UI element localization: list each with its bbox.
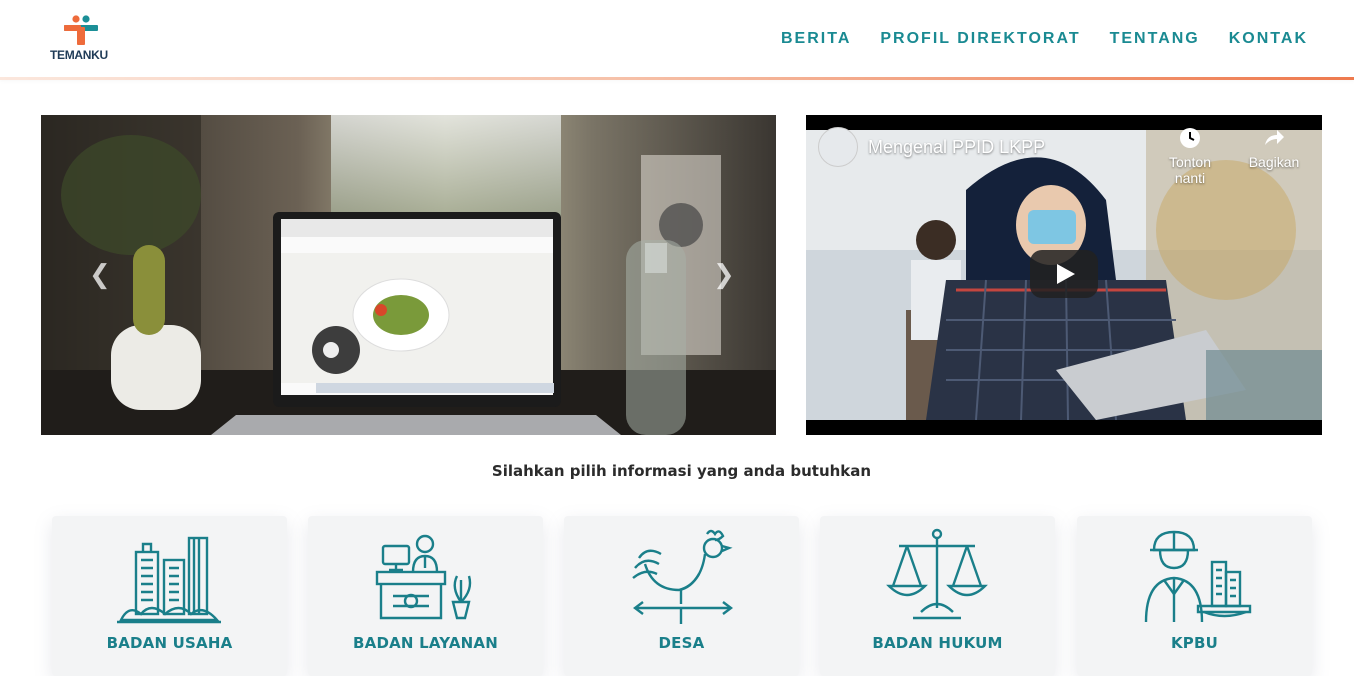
category-label: BADAN HUKUM: [872, 634, 1003, 652]
category-card-kpbu[interactable]: KPBU: [1077, 516, 1312, 676]
header-divider: [0, 77, 1354, 80]
nav-profil-direktorat[interactable]: PROFIL DIREKTORAT: [880, 30, 1080, 48]
service-desk-icon: [375, 534, 472, 620]
share-icon: [1265, 130, 1284, 145]
category-label: BADAN LAYANAN: [353, 634, 498, 652]
category-label: DESA: [658, 634, 705, 652]
logo-icon: [64, 15, 98, 45]
carousel-next-icon[interactable]: ❯: [713, 260, 735, 290]
main-nav: BERITA PROFIL DIREKTORAT TENTANG KONTAK: [752, 30, 1308, 48]
nav-tentang[interactable]: TENTANG: [1110, 30, 1200, 48]
nav-berita[interactable]: BERITA: [781, 30, 851, 48]
video-embed[interactable]: Mengenal PPID LKPP Tonton nanti Bagikan: [806, 115, 1322, 435]
brand-logo[interactable]: TEMANKU: [50, 14, 112, 64]
carousel-prev-icon[interactable]: ❮: [89, 260, 111, 290]
category-card-badan-layanan[interactable]: BADAN LAYANAN: [308, 516, 543, 676]
share-button[interactable]: Bagikan: [1242, 127, 1306, 170]
buildings-icon: [117, 536, 221, 624]
section-prompt: Silahkan pilih informasi yang anda butuh…: [491, 462, 872, 480]
scales-of-justice-icon: [886, 528, 988, 620]
category-card-badan-usaha[interactable]: BADAN USAHA: [52, 516, 287, 676]
watch-later-label: Tonton nanti: [1168, 154, 1212, 186]
category-card-badan-hukum[interactable]: BADAN HUKUM: [820, 516, 1055, 676]
category-label: KPBU: [1170, 634, 1219, 652]
image-carousel[interactable]: ❮ ❯: [41, 115, 776, 435]
site-header: TEMANKU BERITA PROFIL DIREKTORAT TENTANG…: [0, 0, 1354, 80]
play-button-icon[interactable]: [1030, 250, 1098, 298]
share-label: Bagikan: [1248, 154, 1300, 170]
clock-icon: [1180, 128, 1200, 148]
carousel-slide-image: [41, 115, 776, 435]
channel-avatar[interactable]: [818, 127, 858, 167]
engineer-city-icon: [1144, 530, 1252, 623]
brand-name: TEMANKU: [50, 48, 108, 62]
watch-later-button[interactable]: Tonton nanti: [1158, 127, 1222, 186]
video-title[interactable]: Mengenal PPID LKPP: [868, 137, 1045, 158]
category-label: BADAN USAHA: [106, 634, 233, 652]
rooster-weathervane-icon: [632, 529, 733, 624]
category-card-desa[interactable]: DESA: [564, 516, 799, 676]
nav-kontak[interactable]: KONTAK: [1229, 30, 1308, 48]
